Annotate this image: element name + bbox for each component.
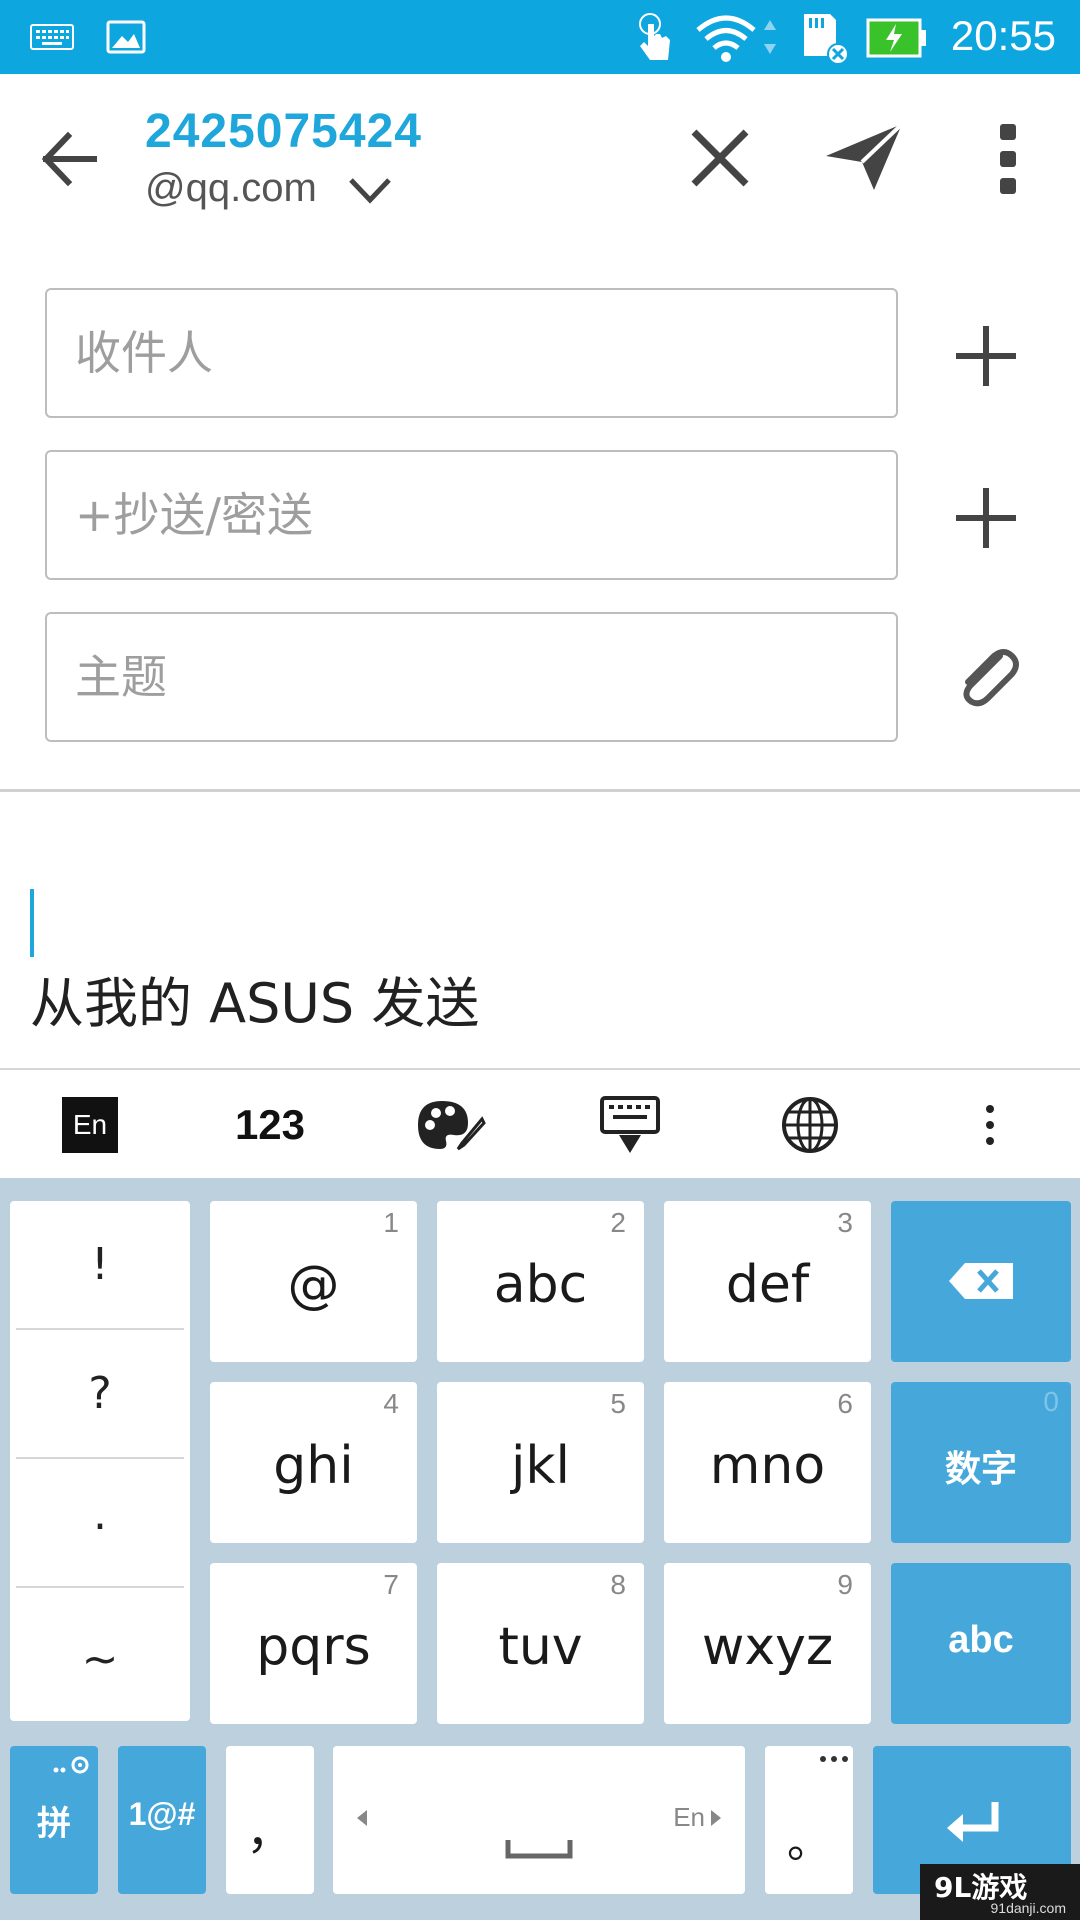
status-bar: 20:55 (0, 0, 1080, 74)
key-1[interactable]: 1 @ (210, 1201, 417, 1362)
image-icon (106, 20, 146, 54)
chevron-down-icon[interactable] (347, 174, 393, 208)
sd-card-icon (800, 12, 850, 66)
keyboard-icon (30, 24, 74, 50)
cursor-right-icon (711, 1810, 721, 1826)
punctuation-column[interactable]: ! ? . ~ (10, 1201, 190, 1721)
account-number[interactable]: 2425075424 (145, 104, 422, 159)
globe-icon[interactable] (770, 1070, 850, 1180)
numbers-mode-label: 123 (234, 1101, 306, 1148)
punct-key-period[interactable]: . (16, 1459, 184, 1588)
enter-icon (947, 1802, 999, 1842)
overflow-menu-button[interactable] (980, 122, 1036, 196)
discard-button[interactable] (686, 124, 754, 192)
punct-key-question[interactable]: ? (16, 1330, 184, 1459)
settings-gear-icon (53, 1756, 89, 1774)
theme-palette-icon[interactable] (410, 1070, 490, 1180)
divider (0, 789, 1080, 792)
space-bar-icon (505, 1840, 573, 1859)
t9-keyboard: ! ? . ~ 1 @ 2 abc 3 def 4 ghi 5 jkl 6 mn… (0, 1178, 1080, 1920)
signature-text[interactable]: 从我的 ASUS 发送 (30, 959, 479, 1038)
battery-charging-icon (866, 18, 928, 58)
key-7[interactable]: 7 pqrs (210, 1563, 417, 1724)
text-cursor (30, 889, 34, 957)
key-8[interactable]: 8 tuv (437, 1563, 644, 1724)
language-badge: En (62, 1097, 118, 1153)
account-domain[interactable]: @qq.com (145, 166, 317, 211)
cc-bcc-input[interactable] (47, 452, 896, 578)
space-lang-hint: En (673, 1802, 705, 1832)
key-4[interactable]: 4 ghi (210, 1382, 417, 1543)
punct-key-exclaim[interactable]: ! (16, 1201, 184, 1330)
cursor-left-icon (357, 1810, 367, 1826)
comma-key[interactable]: ， (226, 1746, 314, 1894)
language-toggle-button[interactable]: En (40, 1070, 140, 1180)
key-2[interactable]: 2 abc (437, 1201, 644, 1362)
symbols-key[interactable]: 1@# (118, 1746, 206, 1894)
numbers-mode-button[interactable]: 123 (210, 1070, 330, 1180)
key-3[interactable]: 3 def (664, 1201, 871, 1362)
site-watermark-logo: 9L游戏 91danji.com (920, 1864, 1080, 1920)
keyboard-toolbar: En 123 (0, 1068, 1080, 1178)
clock: 20:55 (950, 12, 1056, 59)
numbers-key[interactable]: 0 数字 (891, 1382, 1071, 1543)
recipient-field[interactable] (45, 288, 898, 418)
abc-key[interactable]: abc (891, 1563, 1071, 1724)
send-button[interactable] (824, 122, 904, 192)
subject-field[interactable] (45, 612, 898, 742)
pinyin-key[interactable]: 拼 (10, 1746, 98, 1894)
hide-keyboard-icon[interactable] (590, 1070, 670, 1180)
message-body[interactable]: 从我的 ASUS 发送 (0, 793, 1080, 1068)
key-9[interactable]: 9 wxyz (664, 1563, 871, 1724)
attachment-icon[interactable] (950, 642, 1022, 714)
space-key[interactable]: En (333, 1746, 745, 1894)
key-5[interactable]: 5 jkl (437, 1382, 644, 1543)
more-punctuation-icon (820, 1756, 848, 1762)
subject-input[interactable] (47, 614, 896, 740)
backspace-key[interactable] (891, 1201, 1071, 1362)
touch-icon (636, 10, 676, 66)
recipient-input[interactable] (47, 290, 896, 416)
add-cc-button[interactable] (950, 482, 1022, 554)
add-recipient-button[interactable] (950, 320, 1022, 392)
backspace-icon (949, 1263, 1013, 1299)
period-key[interactable]: 。 (765, 1746, 853, 1894)
cc-bcc-field[interactable] (45, 450, 898, 580)
punct-key-tilde[interactable]: ~ (16, 1588, 184, 1717)
keyboard-more-icon[interactable] (960, 1070, 1020, 1180)
key-6[interactable]: 6 mno (664, 1382, 871, 1543)
compose-header: 2425075424 @qq.com (0, 74, 1080, 244)
back-button[interactable] (36, 124, 106, 194)
wifi-icon (694, 12, 782, 66)
